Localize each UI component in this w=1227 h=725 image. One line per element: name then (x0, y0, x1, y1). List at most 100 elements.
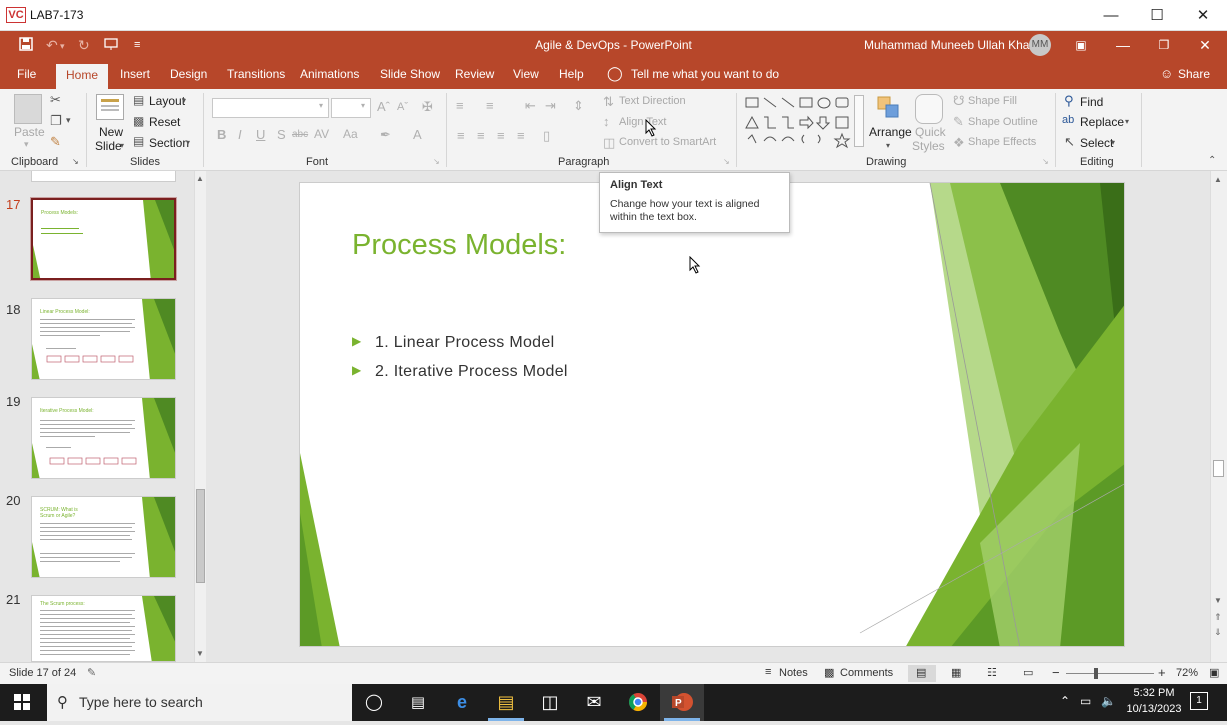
paste-icon[interactable] (14, 94, 42, 124)
slide-title[interactable]: Process Models: (352, 229, 566, 262)
convert-smartart-button[interactable]: Convert to SmartArt (619, 136, 716, 148)
scroll-up-icon[interactable]: ▲ (1214, 175, 1222, 184)
zoom-slider-thumb[interactable] (1094, 668, 1098, 679)
find-button[interactable]: Find (1080, 95, 1103, 109)
task-view-icon[interactable]: ▤ (396, 684, 440, 721)
slide-scroll-thumb[interactable] (1213, 460, 1224, 477)
arrange-button[interactable]: Arrange (869, 125, 912, 139)
columns-icon[interactable]: ▯ (543, 128, 550, 144)
ppt-restore-button[interactable]: ❐ (1144, 31, 1184, 60)
paste-dropdown-icon[interactable]: ▾ (24, 139, 29, 150)
change-case-icon[interactable]: Aa (343, 127, 358, 141)
minimize-button[interactable]: — (1088, 0, 1134, 31)
tab-insert[interactable]: Insert (120, 67, 150, 81)
thumbnail-slide-17[interactable]: Process Models: (31, 198, 176, 280)
replace-icon[interactable]: ab (1062, 114, 1074, 126)
text-direction-button[interactable]: Text Direction (619, 95, 686, 107)
comments-icon[interactable]: ▩ (824, 666, 834, 679)
shapes-gallery[interactable] (744, 95, 854, 149)
align-text-button[interactable]: Align Text (619, 116, 667, 128)
customize-qat-icon[interactable]: ≡ (134, 39, 140, 51)
align-left-icon[interactable]: ≡ (457, 128, 465, 143)
thumbnail-slide-20[interactable]: SCRUM: What is Scrum or Agile? (31, 496, 176, 578)
undo-icon[interactable]: ↶ (46, 37, 58, 54)
slide-bullet[interactable]: 2. Iterative Process Model (375, 363, 568, 381)
font-color-icon[interactable]: A (413, 127, 422, 142)
tab-view[interactable]: View (513, 67, 539, 81)
reading-view-icon[interactable]: ☷ (987, 666, 997, 679)
reset-button[interactable]: Reset (149, 115, 180, 129)
layout-icon[interactable]: ▤ (133, 93, 144, 107)
tab-transitions[interactable]: Transitions (227, 67, 285, 81)
ppt-close-button[interactable]: ✕ (1185, 31, 1225, 60)
file-explorer-icon[interactable]: ▤ (484, 684, 528, 721)
quick-styles-label[interactable]: Quick (915, 125, 946, 139)
slide-bullet[interactable]: 1. Linear Process Model (375, 334, 554, 352)
strikethrough-icon[interactable]: abc (292, 129, 308, 140)
shape-fill-icon[interactable]: ☋ (953, 93, 965, 109)
copy-icon[interactable]: ❐ (50, 113, 62, 129)
tray-chevron-icon[interactable]: ⌃ (1060, 694, 1070, 708)
slide-scrollbar[interactable]: ▲ ▼ ⇑ ⇓ (1210, 171, 1227, 662)
font-name-dropdown-icon[interactable]: ▾ (319, 101, 323, 110)
tab-file[interactable]: File (17, 67, 36, 81)
store-icon[interactable]: ◫ (528, 684, 572, 721)
scroll-down-icon[interactable]: ▼ (196, 649, 204, 658)
thumbnail-slide-21[interactable]: The Scrum process: (31, 595, 176, 662)
fit-to-window-icon[interactable]: ▣ (1209, 666, 1219, 679)
quick-styles-label-2[interactable]: Styles (912, 139, 945, 153)
replace-button[interactable]: Replace (1080, 115, 1124, 129)
cut-icon[interactable]: ✂ (50, 92, 61, 108)
new-slide-dropdown-icon[interactable]: ▾ (120, 141, 124, 150)
font-launcher-icon[interactable]: ↘ (433, 157, 440, 166)
close-button[interactable]: ✕ (1180, 0, 1226, 31)
tab-slide-show[interactable]: Slide Show (380, 67, 440, 81)
tab-design[interactable]: Design (170, 67, 207, 81)
share-button[interactable]: Share (1178, 67, 1210, 81)
thumbnail-scroll-thumb[interactable] (196, 489, 205, 583)
text-direction-icon[interactable]: ⇅ (603, 94, 614, 110)
align-right-icon[interactable]: ≡ (497, 128, 505, 143)
clock-time[interactable]: 5:32 PM (1129, 687, 1179, 699)
clock-date[interactable]: 10/13/2023 (1122, 703, 1186, 715)
tab-review[interactable]: Review (455, 67, 494, 81)
chrome-icon[interactable] (616, 684, 660, 721)
ribbon-display-options-icon[interactable]: ▣ (1061, 31, 1101, 60)
bullets-icon[interactable]: ≡ (456, 98, 464, 113)
decrease-font-icon[interactable]: Aˇ (397, 101, 408, 113)
slide-canvas[interactable]: Process Models: ▶ 1. Linear Process Mode… (299, 182, 1125, 647)
new-slide-label-2[interactable]: Slide (95, 139, 122, 153)
thumbnail-partial[interactable] (31, 171, 176, 182)
paragraph-launcher-icon[interactable]: ↘ (723, 157, 730, 166)
font-name-combo[interactable] (212, 98, 329, 118)
tab-home[interactable]: Home (56, 64, 109, 89)
taskbar-search-box[interactable]: ⚲ Type here to search (47, 684, 352, 721)
clear-formatting-icon[interactable]: ✠ (422, 99, 433, 115)
zoom-slider[interactable] (1066, 673, 1154, 674)
tell-me-search[interactable]: Tell me what you want to do (631, 67, 779, 81)
thumbnail-slide-19[interactable]: Iterative Process Model: (31, 397, 176, 479)
paste-button[interactable]: Paste (14, 125, 45, 139)
notes-button[interactable]: Notes (779, 667, 808, 679)
increase-font-icon[interactable]: Aˆ (377, 99, 390, 114)
maximize-button[interactable]: ☐ (1134, 0, 1180, 31)
shape-effects-button[interactable]: Shape Effects (968, 136, 1036, 148)
align-text-icon[interactable]: ↕ (603, 114, 610, 129)
drawing-launcher-icon[interactable]: ↘ (1042, 157, 1049, 166)
new-slide-icon[interactable] (96, 94, 124, 120)
scroll-up-icon[interactable]: ▲ (196, 174, 204, 183)
spelling-icon[interactable]: ✎ (87, 666, 96, 679)
redo-icon[interactable]: ↻ (78, 37, 90, 54)
numbering-icon[interactable]: ≡ (486, 98, 494, 113)
select-icon[interactable]: ↖ (1064, 134, 1075, 150)
tab-help[interactable]: Help (559, 67, 584, 81)
shapes-scroll[interactable] (854, 95, 864, 147)
line-spacing-icon[interactable]: ⇕ (573, 98, 584, 114)
font-size-dropdown-icon[interactable]: ▾ (361, 101, 365, 110)
center-icon[interactable]: ≡ (477, 128, 485, 143)
layout-button[interactable]: Layout (149, 94, 185, 108)
collapse-ribbon-icon[interactable]: ⌃ (1208, 155, 1216, 166)
arrange-icon[interactable] (876, 95, 902, 123)
character-spacing-icon[interactable]: AV (314, 127, 329, 141)
decrease-indent-icon[interactable]: ⇤ (525, 98, 536, 114)
